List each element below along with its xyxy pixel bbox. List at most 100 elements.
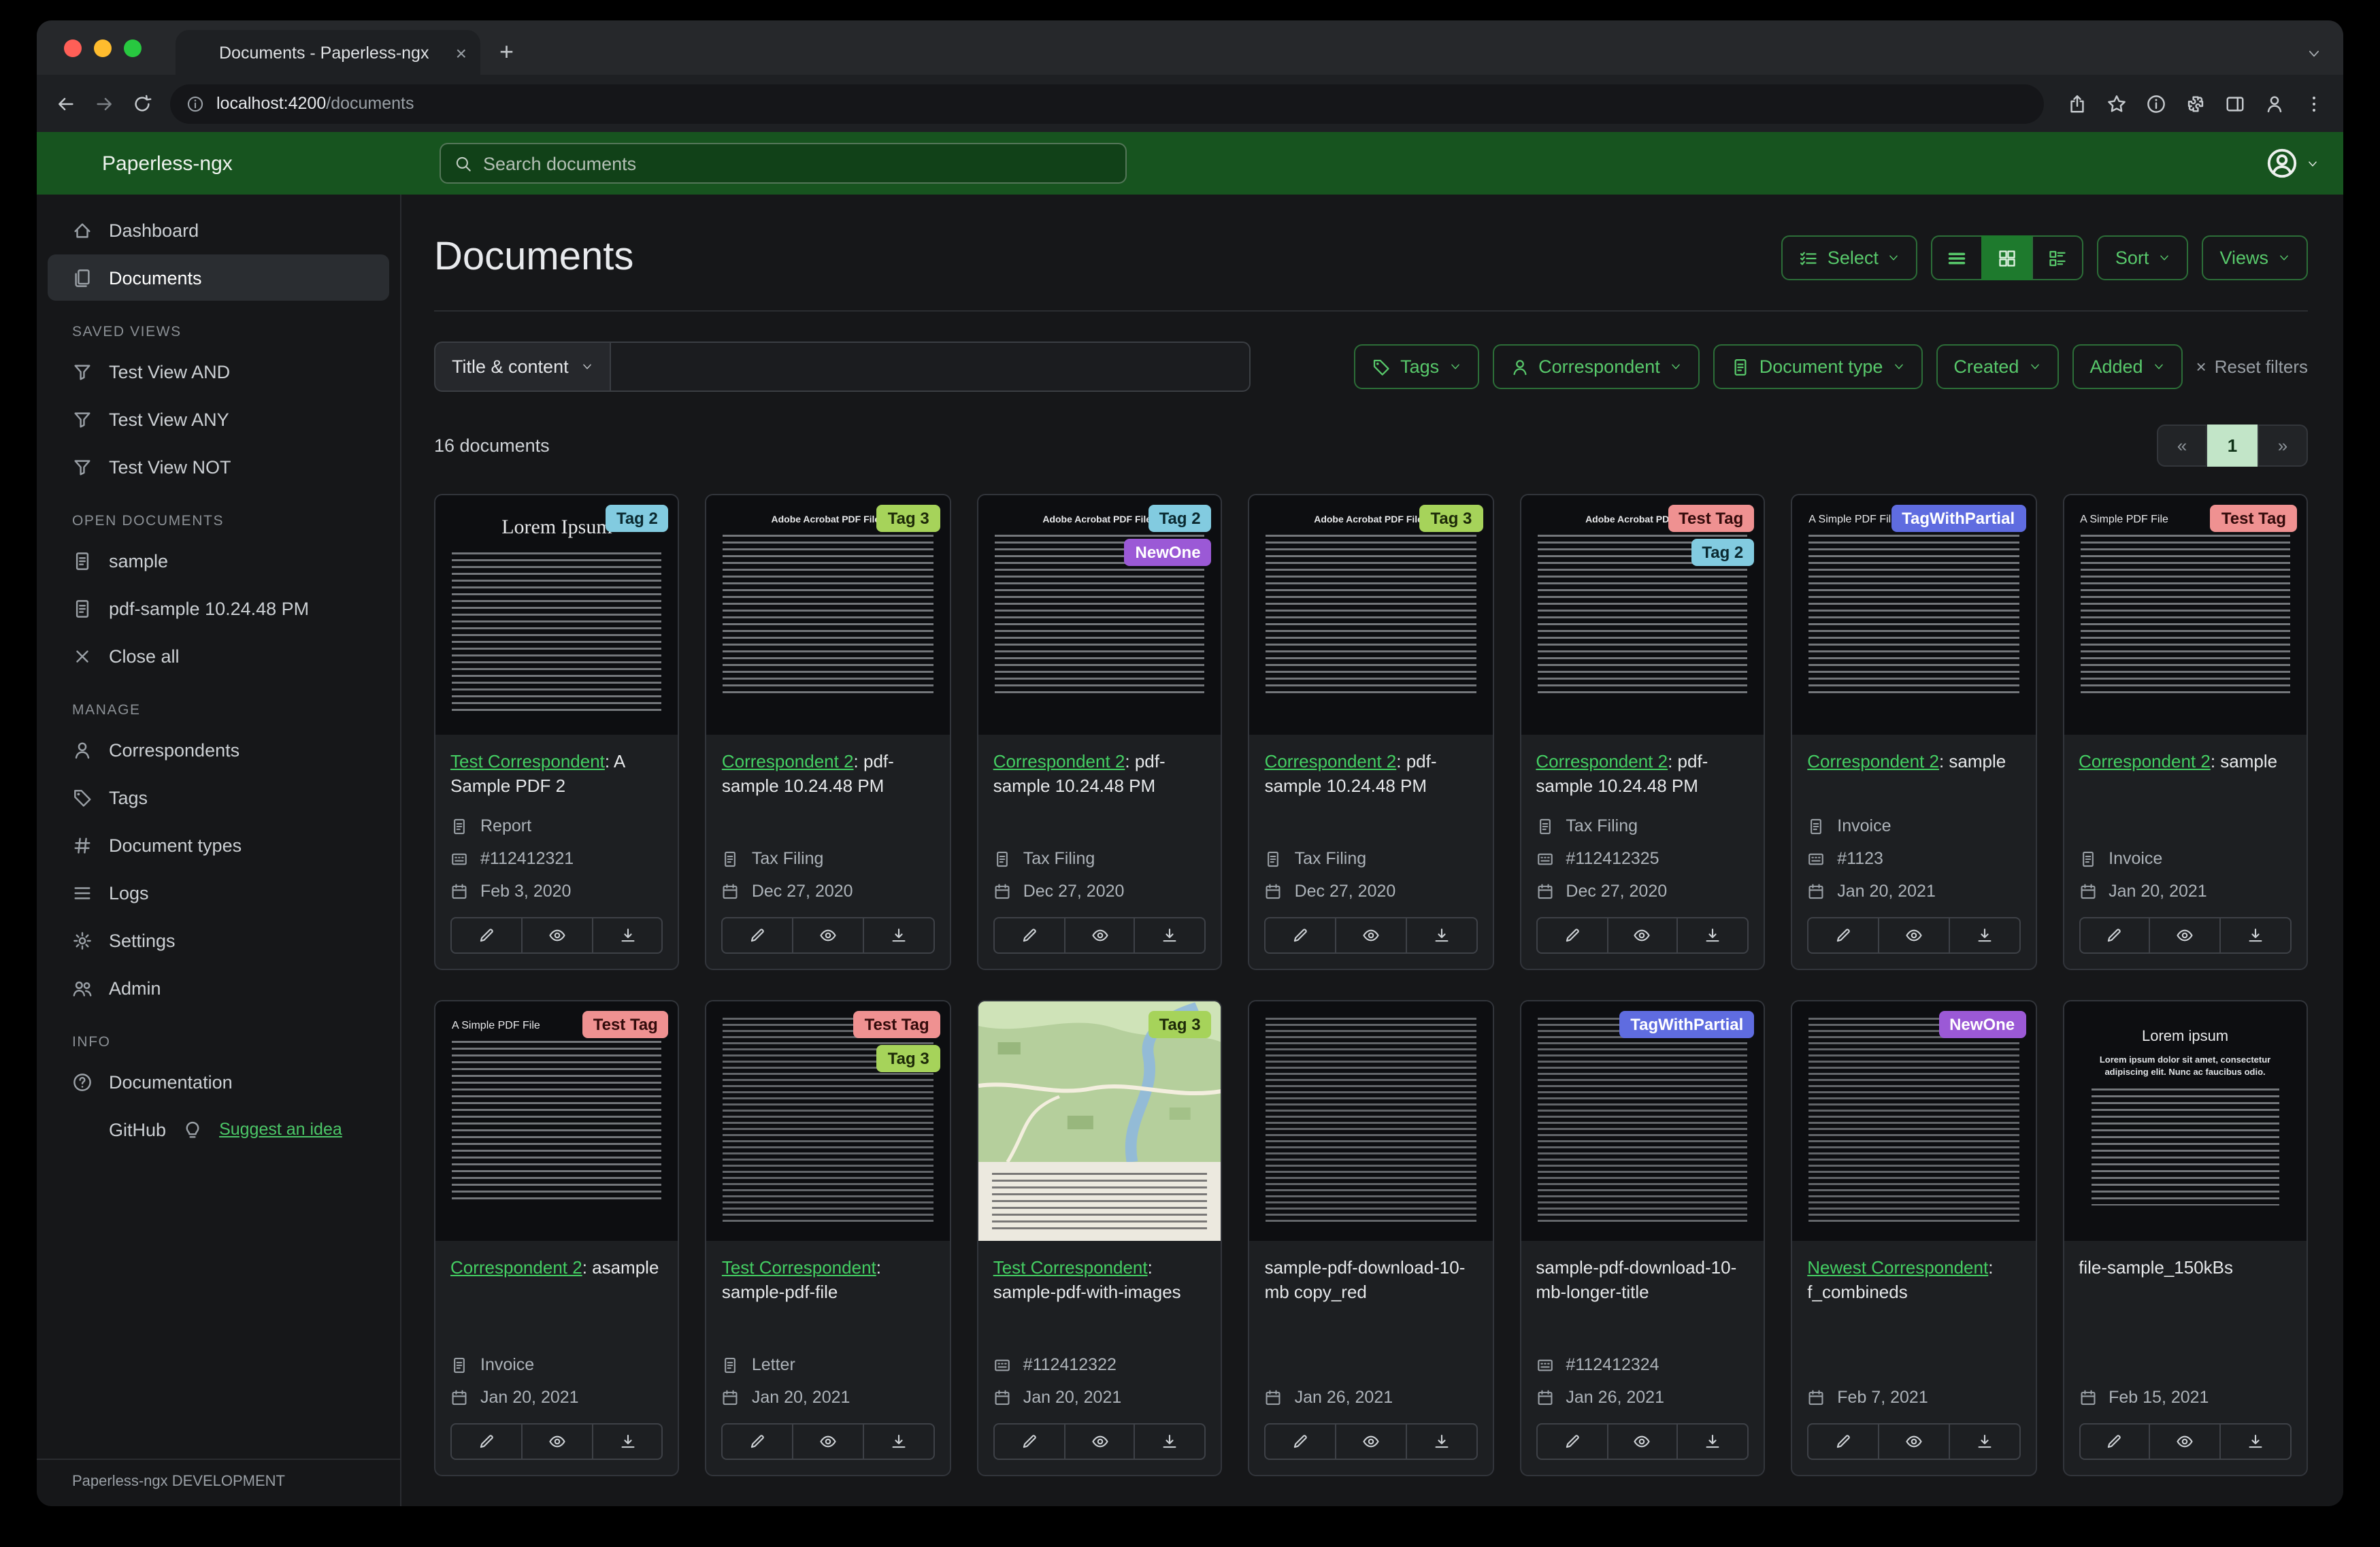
- document-thumbnail[interactable]: Tag 3: [978, 1001, 1221, 1241]
- sidebar-item-tags[interactable]: Tags: [48, 774, 389, 820]
- tag-badge[interactable]: TagWithPartial: [1891, 505, 2026, 532]
- close-window-button[interactable]: [64, 39, 82, 57]
- correspondent-link[interactable]: Correspondent 2: [1807, 751, 1939, 771]
- document-thumbnail[interactable]: Adobe Acrobat PDF Files Tag 3: [706, 495, 950, 735]
- download-button[interactable]: [1134, 1423, 1206, 1460]
- side-panel-icon[interactable]: [2225, 93, 2245, 114]
- edit-button[interactable]: [450, 917, 523, 954]
- document-thumbnail[interactable]: A Simple PDF File TagWithPartial: [1792, 495, 2036, 735]
- tag-badge[interactable]: Tag 3: [1419, 505, 1483, 532]
- filter-added-button[interactable]: Added: [2072, 344, 2183, 389]
- correspondent-link[interactable]: Correspondent 2: [1536, 751, 1668, 771]
- correspondent-link[interactable]: Test Correspondent: [993, 1257, 1148, 1278]
- saved-view-test-view-any[interactable]: Test View ANY: [48, 396, 389, 442]
- download-button[interactable]: [1676, 1423, 1749, 1460]
- download-button[interactable]: [591, 1423, 663, 1460]
- document-thumbnail[interactable]: TagWithPartial: [1521, 1001, 1764, 1241]
- document-thumbnail[interactable]: A Simple PDF File Test Tag: [435, 1001, 678, 1241]
- tag-badge[interactable]: Tag 2: [1148, 505, 1212, 532]
- correspondent-link[interactable]: Correspondent 2: [993, 751, 1125, 771]
- edit-button[interactable]: [450, 1423, 523, 1460]
- edit-button[interactable]: [1536, 1423, 1608, 1460]
- correspondent-link[interactable]: Test Correspondent: [450, 751, 605, 771]
- download-button[interactable]: [1134, 917, 1206, 954]
- download-button[interactable]: [591, 917, 663, 954]
- download-button[interactable]: [1948, 917, 2021, 954]
- tag-badge[interactable]: Test Tag: [853, 1011, 940, 1038]
- sidebar-item-settings[interactable]: Settings: [48, 917, 389, 963]
- edit-button[interactable]: [993, 1423, 1065, 1460]
- tag-badge[interactable]: TagWithPartial: [1619, 1011, 1755, 1038]
- edit-button[interactable]: [1264, 1423, 1337, 1460]
- preview-button[interactable]: [792, 1423, 865, 1460]
- browser-profile-icon[interactable]: [2264, 93, 2285, 114]
- tag-badge[interactable]: Tag 3: [1148, 1011, 1212, 1038]
- preview-button[interactable]: [2149, 1423, 2221, 1460]
- sidebar-item-document-types[interactable]: Document types: [48, 822, 389, 868]
- document-thumbnail[interactable]: Adobe Acrobat PDF Files Tag 2 NewOne: [978, 495, 1221, 735]
- sidebar-item-logs[interactable]: Logs: [48, 869, 389, 916]
- correspondent-link[interactable]: Correspondent 2: [2079, 751, 2211, 771]
- new-tab-button[interactable]: +: [499, 38, 514, 67]
- forward-icon[interactable]: [94, 93, 114, 114]
- document-thumbnail[interactable]: Lorem ipsum Lorem ipsum dolor sit amet, c…: [2064, 1001, 2307, 1241]
- preview-button[interactable]: [1063, 917, 1136, 954]
- reload-icon[interactable]: [132, 93, 152, 114]
- suggest-an-idea-link[interactable]: Suggest an idea: [219, 1120, 342, 1139]
- preview-button[interactable]: [1606, 1423, 1679, 1460]
- tab-close-icon[interactable]: ×: [456, 41, 467, 63]
- correspondent-link[interactable]: Newest Correspondent: [1807, 1257, 1988, 1278]
- document-thumbnail[interactable]: Adobe Acrobat PDF Files Test Tag Tag 2: [1521, 495, 1764, 735]
- share-icon[interactable]: [2067, 93, 2087, 114]
- bookmark-star-icon[interactable]: [2106, 93, 2127, 114]
- tag-badge[interactable]: NewOne: [1938, 1011, 2026, 1038]
- user-menu[interactable]: [2266, 147, 2319, 180]
- current-page-button[interactable]: 1: [2207, 425, 2258, 467]
- sidebar-item-documentation[interactable]: Documentation: [48, 1059, 389, 1105]
- preview-button[interactable]: [1335, 917, 1407, 954]
- tag-badge[interactable]: Test Tag: [2210, 505, 2297, 532]
- edit-button[interactable]: [1807, 1423, 1879, 1460]
- preview-button[interactable]: [792, 917, 865, 954]
- preview-button[interactable]: [1063, 1423, 1136, 1460]
- view-detail-button[interactable]: [2032, 235, 2084, 280]
- preview-button[interactable]: [1606, 917, 1679, 954]
- info-circle-icon[interactable]: [2146, 93, 2166, 114]
- download-button[interactable]: [863, 917, 935, 954]
- close-all-button[interactable]: Close all: [48, 633, 389, 679]
- preview-button[interactable]: [2149, 917, 2221, 954]
- preview-button[interactable]: [1877, 1423, 1950, 1460]
- edit-button[interactable]: [721, 917, 794, 954]
- browser-menu-icon[interactable]: [2304, 93, 2324, 114]
- download-button[interactable]: [2219, 917, 2292, 954]
- download-button[interactable]: [1948, 1423, 2021, 1460]
- document-thumbnail[interactable]: Test Tag Tag 3: [706, 1001, 950, 1241]
- site-info-icon[interactable]: [186, 95, 204, 112]
- sidebar-item-github[interactable]: GitHub Suggest an idea: [48, 1106, 389, 1152]
- download-button[interactable]: [1676, 917, 1749, 954]
- browser-tab[interactable]: Documents - Paperless-ngx ×: [176, 30, 480, 75]
- correspondent-link[interactable]: Correspondent 2: [1265, 751, 1397, 771]
- search-input[interactable]: [483, 153, 1112, 173]
- fullscreen-window-button[interactable]: [124, 39, 142, 57]
- preview-button[interactable]: [520, 1423, 593, 1460]
- sidebar-item-admin[interactable]: Admin: [48, 965, 389, 1011]
- back-icon[interactable]: [56, 93, 76, 114]
- preview-button[interactable]: [520, 917, 593, 954]
- edit-button[interactable]: [721, 1423, 794, 1460]
- views-button[interactable]: Views: [2202, 235, 2308, 280]
- reset-filters-button[interactable]: × Reset filters: [2196, 356, 2308, 377]
- download-button[interactable]: [863, 1423, 935, 1460]
- filter-created-button[interactable]: Created: [1936, 344, 2059, 389]
- filter-correspondent-button[interactable]: Correspondent: [1492, 344, 1700, 389]
- edit-button[interactable]: [1264, 917, 1337, 954]
- minimize-window-button[interactable]: [94, 39, 112, 57]
- tag-badge[interactable]: Tag 3: [876, 505, 940, 532]
- correspondent-link[interactable]: Test Correspondent: [722, 1257, 876, 1278]
- address-bar[interactable]: localhost:4200/documents: [170, 84, 2044, 123]
- extensions-icon[interactable]: [2185, 93, 2206, 114]
- edit-button[interactable]: [2079, 917, 2151, 954]
- view-list-button[interactable]: [1931, 235, 1983, 280]
- correspondent-link[interactable]: Correspondent 2: [450, 1257, 582, 1278]
- select-button[interactable]: Select: [1781, 235, 1918, 280]
